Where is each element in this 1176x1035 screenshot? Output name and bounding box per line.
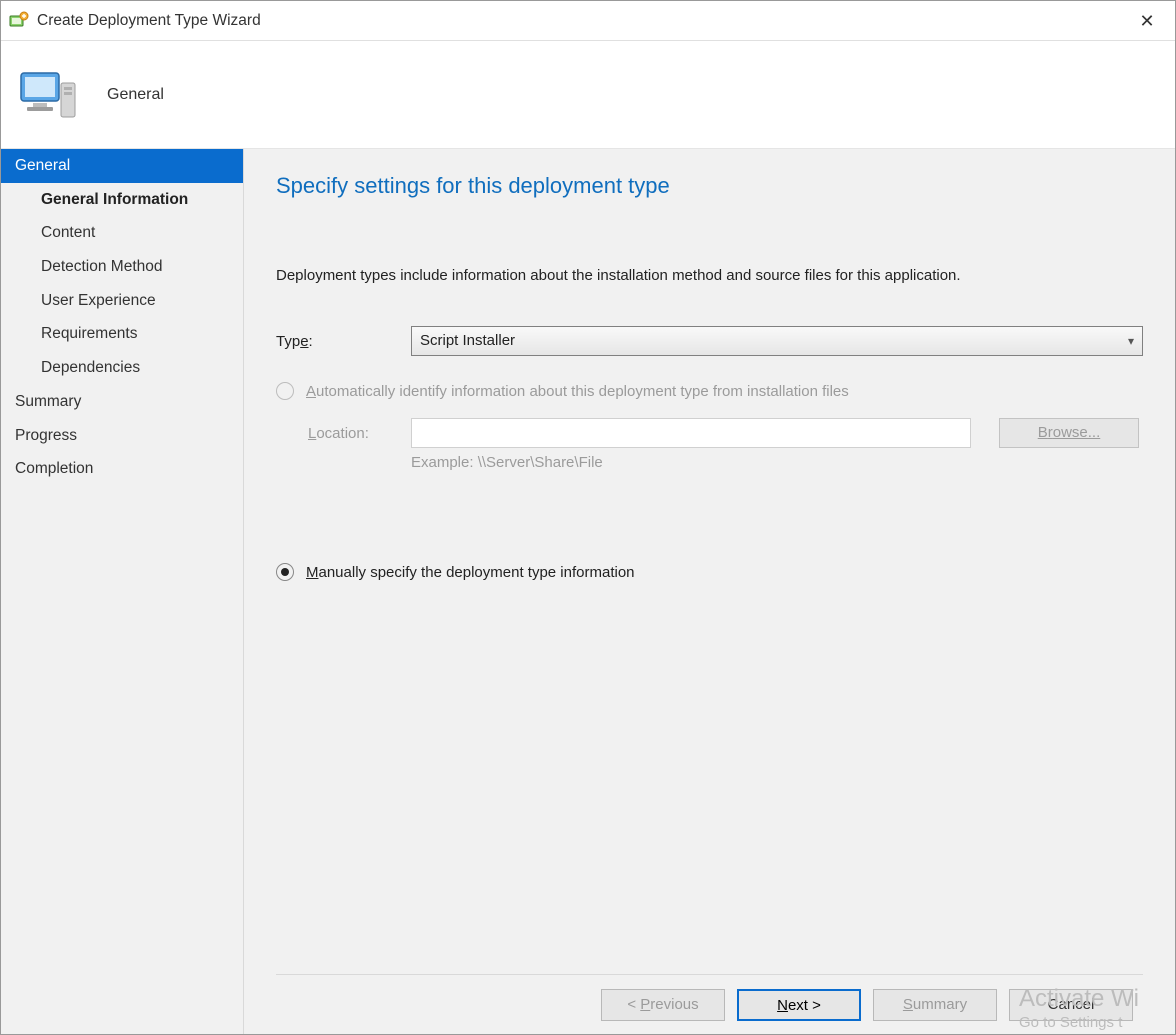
- auto-identify-subform: Location: Browse... Example: \\Server\Sh…: [308, 418, 1143, 471]
- radio-manual-label: Manually specify the deployment type inf…: [306, 564, 635, 581]
- type-select-wrap: Script Installer ▾: [411, 326, 1143, 356]
- sidebar-item-progress[interactable]: Progress: [1, 419, 243, 453]
- previous-button: < Previous: [601, 989, 725, 1021]
- sidebar-item-content[interactable]: Content: [1, 216, 243, 250]
- next-button[interactable]: Next >: [737, 989, 861, 1021]
- content-heading: Specify settings for this deployment typ…: [276, 173, 1143, 199]
- sidebar-item-general[interactable]: General: [1, 149, 243, 183]
- close-button[interactable]: ✕: [1127, 1, 1167, 41]
- header-title: General: [107, 86, 164, 104]
- location-label: Location:: [308, 425, 411, 442]
- app-icon: [9, 11, 29, 31]
- wizard-header: General: [1, 41, 1175, 149]
- window-title: Create Deployment Type Wizard: [37, 12, 1127, 30]
- wizard-footer: < Previous Next > Summary Cancel Activat…: [276, 974, 1143, 1034]
- sidebar-item-user-experience[interactable]: User Experience: [1, 284, 243, 318]
- sidebar-item-general-information[interactable]: General Information: [1, 183, 243, 217]
- radio-auto-circle: [276, 382, 294, 400]
- sidebar-item-summary[interactable]: Summary: [1, 385, 243, 419]
- wizard-window: Create Deployment Type Wizard ✕ General …: [0, 0, 1176, 1035]
- location-row: Location: Browse...: [308, 418, 1143, 448]
- sidebar-item-detection-method[interactable]: Detection Method: [1, 250, 243, 284]
- type-label: Type:: [276, 333, 411, 350]
- type-row: Type: Script Installer ▾: [276, 326, 1143, 356]
- computer-icon: [17, 63, 81, 127]
- wizard-content: Specify settings for this deployment typ…: [244, 149, 1175, 1034]
- radio-manual-circle: [276, 563, 294, 581]
- radio-auto-label: Automatically identify information about…: [306, 383, 849, 400]
- type-select-value: Script Installer: [420, 332, 515, 349]
- radio-auto-identify: Automatically identify information about…: [276, 382, 1143, 400]
- browse-button: Browse...: [999, 418, 1139, 448]
- titlebar: Create Deployment Type Wizard ✕: [1, 1, 1175, 41]
- location-example: Example: \\Server\Share\File: [411, 454, 1143, 471]
- sidebar-item-completion[interactable]: Completion: [1, 452, 243, 486]
- radio-manual-specify[interactable]: Manually specify the deployment type inf…: [276, 563, 1143, 581]
- summary-button: Summary: [873, 989, 997, 1021]
- wizard-sidebar: General General Information Content Dete…: [1, 149, 244, 1034]
- type-select[interactable]: Script Installer ▾: [411, 326, 1143, 356]
- sidebar-item-dependencies[interactable]: Dependencies: [1, 351, 243, 385]
- content-description: Deployment types include information abo…: [276, 267, 1143, 284]
- chevron-down-icon: ▾: [1128, 327, 1134, 355]
- wizard-body: General General Information Content Dete…: [1, 149, 1175, 1034]
- sidebar-item-requirements[interactable]: Requirements: [1, 317, 243, 351]
- cancel-button[interactable]: Cancel: [1009, 989, 1133, 1021]
- location-input: [411, 418, 971, 448]
